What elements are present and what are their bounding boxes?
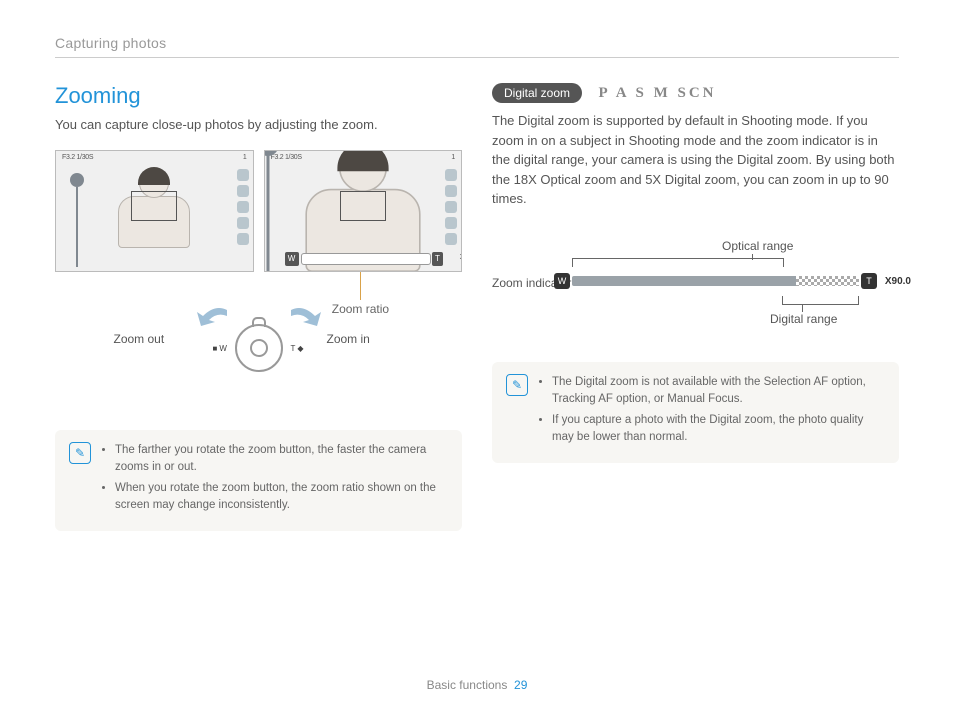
mode-icon: [237, 201, 249, 213]
arrow-left-icon: [197, 306, 233, 330]
lead-paragraph: You can capture close-up photos by adjus…: [55, 115, 462, 135]
digital-range-checker: [796, 276, 859, 286]
note-item: The farther you rotate the zoom button, …: [115, 442, 448, 477]
right-column: Digital zoom P A S M SCN The Digital zoo…: [492, 83, 899, 531]
arrow-right-icon: [285, 306, 321, 330]
zoom-out-label: Zoom out: [114, 332, 165, 346]
shot-count: 1: [451, 154, 455, 161]
streetlamp-icon: [70, 167, 84, 267]
note-icon: ✎: [506, 374, 528, 396]
exposure-info: F3.2 1/30S: [62, 154, 93, 161]
tele-icon: T: [432, 252, 443, 266]
wide-icon: W: [554, 273, 570, 289]
dial-t-label: T: [291, 344, 304, 353]
camera-screen-zoomed: F3.2 1/30S1 W T X 27.0: [264, 150, 463, 272]
tele-icon: T: [861, 273, 877, 289]
max-zoom-value: X90.0: [885, 276, 911, 287]
note-icon: ✎: [69, 442, 91, 464]
streetlamp-icon: [264, 150, 279, 272]
zoom-bar: W T X 27.0: [301, 253, 432, 265]
digital-range-label: Digital range: [770, 312, 837, 326]
breadcrumb: Capturing photos: [55, 35, 899, 58]
af-box: [131, 191, 177, 221]
zoom-dial: [235, 324, 283, 372]
af-box: [340, 191, 386, 221]
shot-count: 1: [243, 154, 247, 161]
note-item: If you capture a photo with the Digital …: [552, 412, 885, 447]
wide-icon: W: [285, 252, 299, 266]
optical-range-label: Optical range: [722, 239, 793, 253]
mode-icon: [237, 185, 249, 197]
page-footer: Basic functions 29: [0, 678, 954, 692]
left-column: Zooming You can capture close-up photos …: [55, 83, 462, 531]
mode-icon: [445, 169, 457, 181]
note-item: When you rotate the zoom button, the zoo…: [115, 480, 448, 515]
zoom-in-label: Zoom in: [327, 332, 370, 346]
zoom-range-diagram: Optical range Zoom indicator W T X90.0 D…: [492, 224, 899, 344]
zoom-range-bar: W T X90.0: [572, 276, 859, 286]
section-title: Zooming: [55, 83, 462, 109]
mode-icon: [445, 217, 457, 229]
note-item: The Digital zoom is not available with t…: [552, 374, 885, 409]
camera-screen-wide: F3.2 1/30S 1: [55, 150, 254, 272]
mode-icon: [237, 169, 249, 181]
mode-icon: [445, 201, 457, 213]
dial-w-label: W: [213, 344, 227, 353]
mode-icon: [445, 233, 457, 245]
mode-letters: P A S M SCN: [598, 85, 716, 102]
note-box: ✎ The Digital zoom is not available with…: [492, 362, 899, 463]
mode-icon: [445, 185, 457, 197]
mode-icon: [237, 217, 249, 229]
footer-section: Basic functions: [427, 678, 508, 692]
digital-zoom-body: The Digital zoom is supported by default…: [492, 111, 899, 209]
page-number: 29: [514, 678, 527, 692]
zoom-value: X 27.0: [460, 254, 462, 261]
digital-zoom-pill: Digital zoom: [492, 83, 582, 103]
note-box: ✎ The farther you rotate the zoom button…: [55, 430, 462, 531]
mode-icon: [237, 233, 249, 245]
